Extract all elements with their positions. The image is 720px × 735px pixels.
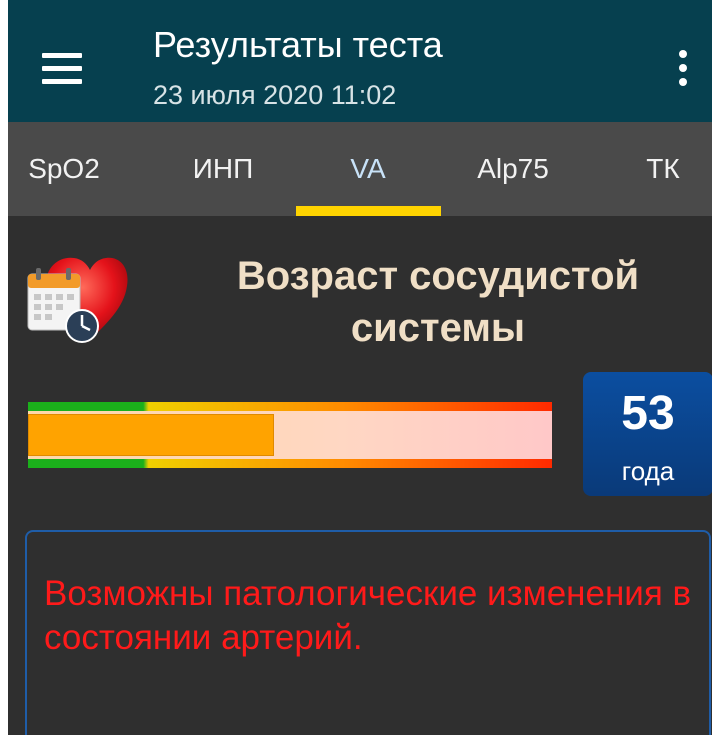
vascular-age-meter — [28, 402, 552, 468]
screen: Результаты теста 23 июля 2020 11:02 SpO2… — [8, 0, 712, 735]
tab-inp[interactable]: ИНП — [168, 122, 278, 216]
section-title-line-1: Возраст сосудистой — [236, 254, 640, 298]
meter-scale-bottom — [28, 459, 552, 468]
age-badge: 53 года — [583, 372, 712, 496]
tab-va[interactable]: VA — [298, 122, 438, 216]
more-vertical-icon[interactable] — [668, 40, 698, 96]
hamburger-menu-icon[interactable] — [34, 40, 90, 96]
tab-tk[interactable]: ТК — [618, 122, 708, 216]
tab-alp75[interactable]: Alp75 — [458, 122, 568, 216]
heart-calendar-clock-icon — [26, 250, 128, 348]
result-message-text: Возможны патологические изменения в сост… — [44, 574, 692, 657]
active-tab-indicator — [296, 206, 441, 216]
section-title-line-2: системы — [350, 306, 526, 350]
age-unit: года — [621, 456, 675, 486]
tab-spo2[interactable]: SpO2 — [8, 122, 120, 216]
age-value: 53 — [621, 387, 675, 440]
app-bar: Результаты теста 23 июля 2020 11:02 — [8, 0, 712, 122]
meter-scale-top — [28, 402, 552, 411]
page-title: Результаты теста — [153, 24, 443, 65]
page-subtitle-datetime: 23 июля 2020 11:02 — [153, 80, 397, 110]
meter-fill — [28, 414, 274, 456]
section-title: Возраст сосудистой системы — [203, 250, 673, 354]
result-message-card: Возможны патологические изменения в сост… — [25, 530, 711, 735]
tab-bar: SpO2 ИНП VA Alp75 ТК — [8, 122, 712, 216]
